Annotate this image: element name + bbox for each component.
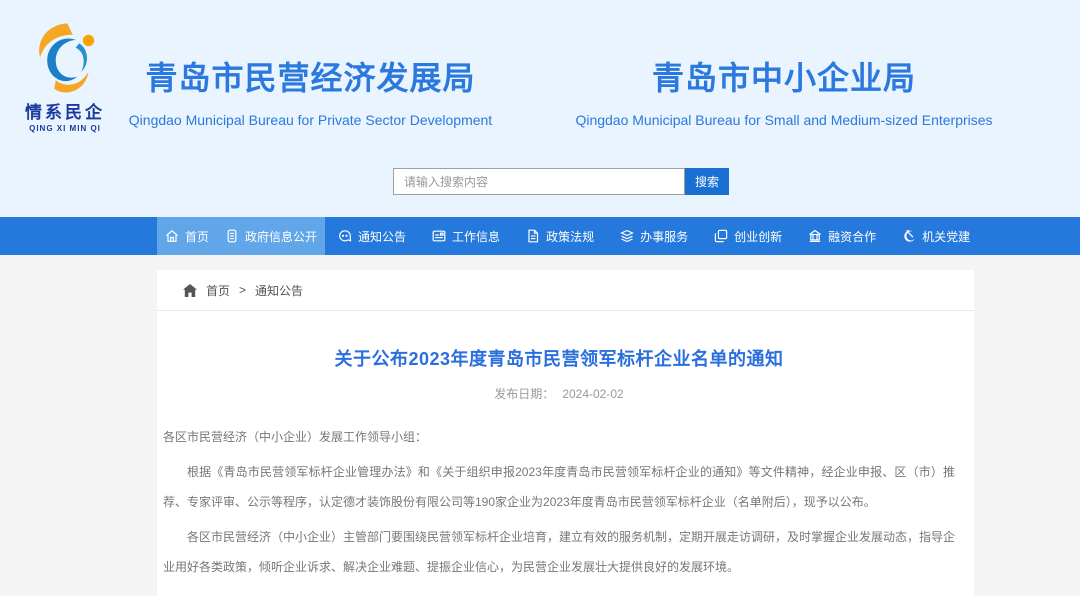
- nav-item-label: 工作信息: [452, 228, 500, 245]
- services-icon: [620, 229, 634, 243]
- nav-item-label: 政策法规: [546, 228, 594, 245]
- bureau-sme: 青岛市中小企业局 Qingdao Municipal Bureau for Sm…: [540, 53, 1028, 128]
- article-body: 各区市民营经济（中小企业）发展工作领导小组： 根据《青岛市民营领军标杆企业管理办…: [163, 422, 955, 582]
- nav-item-announcements[interactable]: 通知公告: [325, 217, 419, 255]
- nav-item-label: 通知公告: [358, 228, 406, 245]
- content-area: 首页 > 通知公告 关于公布2023年度青岛市民营领军标杆企业名单的通知 发布日…: [0, 255, 1080, 596]
- article-title: 关于公布2023年度青岛市民营领军标杆企业名单的通知: [163, 345, 955, 371]
- main-nav: 首页 政府信息公开 通知公告 工作信息 政策法规 办事服务: [0, 217, 1080, 255]
- bureau-sme-subtitle: Qingdao Municipal Bureau for Small and M…: [540, 112, 1028, 128]
- article-paragraph: 根据《青岛市民营领军标杆企业管理办法》和《关于组织申报2023年度青岛市民营领军…: [163, 457, 955, 517]
- article-paragraph: 各区市民营经济（中小企业）发展工作领导小组：: [163, 422, 955, 452]
- site-header: 情系民企 QING XI MIN QI 青岛市民营经济发展局 Qingdao M…: [0, 0, 1080, 217]
- article-paragraph: 各区市民营经济（中小企业）主管部门要围绕民营领军标杆企业培育，建立有效的服务机制…: [163, 522, 955, 582]
- bureau-private-sector-subtitle: Qingdao Municipal Bureau for Private Sec…: [128, 112, 493, 128]
- breadcrumb-current-link[interactable]: 通知公告: [255, 282, 303, 299]
- nav-item-label: 机关党建: [922, 228, 970, 245]
- financing-icon: [808, 229, 822, 243]
- page: 情系民企 QING XI MIN QI 青岛市民营经济发展局 Qingdao M…: [0, 0, 1080, 596]
- work-info-icon: [432, 229, 446, 243]
- logo-title: 情系民企: [8, 98, 122, 123]
- breadcrumb-separator: >: [239, 283, 246, 297]
- nav-item-financing[interactable]: 融资合作: [795, 217, 889, 255]
- bureau-sme-title: 青岛市中小企业局: [540, 53, 1028, 99]
- nav-item-label: 政府信息公开: [245, 228, 317, 245]
- nav-item-services[interactable]: 办事服务: [607, 217, 701, 255]
- content-panel: 首页 > 通知公告 关于公布2023年度青岛市民营领军标杆企业名单的通知 发布日…: [157, 270, 974, 596]
- nav-item-label: 办事服务: [640, 228, 688, 245]
- nav-item-gov-info[interactable]: 政府信息公开: [217, 217, 325, 255]
- search-button[interactable]: 搜索: [685, 168, 729, 195]
- site-logo[interactable]: 情系民企 QING XI MIN QI: [8, 22, 122, 133]
- bureau-private-sector: 青岛市民营经济发展局 Qingdao Municipal Bureau for …: [128, 53, 493, 128]
- announcement-icon: [338, 229, 352, 243]
- breadcrumb: 首页 > 通知公告: [157, 270, 974, 311]
- breadcrumb-home-link[interactable]: 首页: [206, 282, 230, 299]
- nav-item-innovation[interactable]: 创业创新: [701, 217, 795, 255]
- logo-swirl-icon: [25, 22, 105, 96]
- nav-item-label: 融资合作: [828, 228, 876, 245]
- publish-date-row: 发布日期： 2024-02-02: [163, 385, 955, 402]
- policy-icon: [526, 229, 540, 243]
- nav-item-home[interactable]: 首页: [157, 217, 217, 255]
- innovation-icon: [714, 229, 728, 243]
- nav-item-label: 首页: [185, 228, 209, 245]
- bureau-private-sector-title: 青岛市民营经济发展局: [128, 53, 493, 99]
- main-nav-list: 首页 政府信息公开 通知公告 工作信息 政策法规 办事服务: [0, 217, 1080, 255]
- logo-subtitle: QING XI MIN QI: [8, 124, 122, 133]
- nav-item-work-info[interactable]: 工作信息: [419, 217, 513, 255]
- article: 关于公布2023年度青岛市民营领军标杆企业名单的通知 发布日期： 2024-02-…: [157, 345, 974, 582]
- publish-date-value: 2024-02-02: [562, 387, 623, 401]
- party-building-icon: [902, 229, 916, 243]
- home-icon: [165, 229, 179, 243]
- nav-item-party-building[interactable]: 机关党建: [889, 217, 983, 255]
- search-input[interactable]: [393, 168, 685, 195]
- gov-info-icon: [225, 229, 239, 243]
- nav-item-label: 创业创新: [734, 228, 782, 245]
- search-bar: 搜索: [393, 168, 729, 195]
- breadcrumb-home-icon: [183, 284, 197, 297]
- nav-item-policies[interactable]: 政策法规: [513, 217, 607, 255]
- publish-date-label: 发布日期：: [494, 387, 554, 401]
